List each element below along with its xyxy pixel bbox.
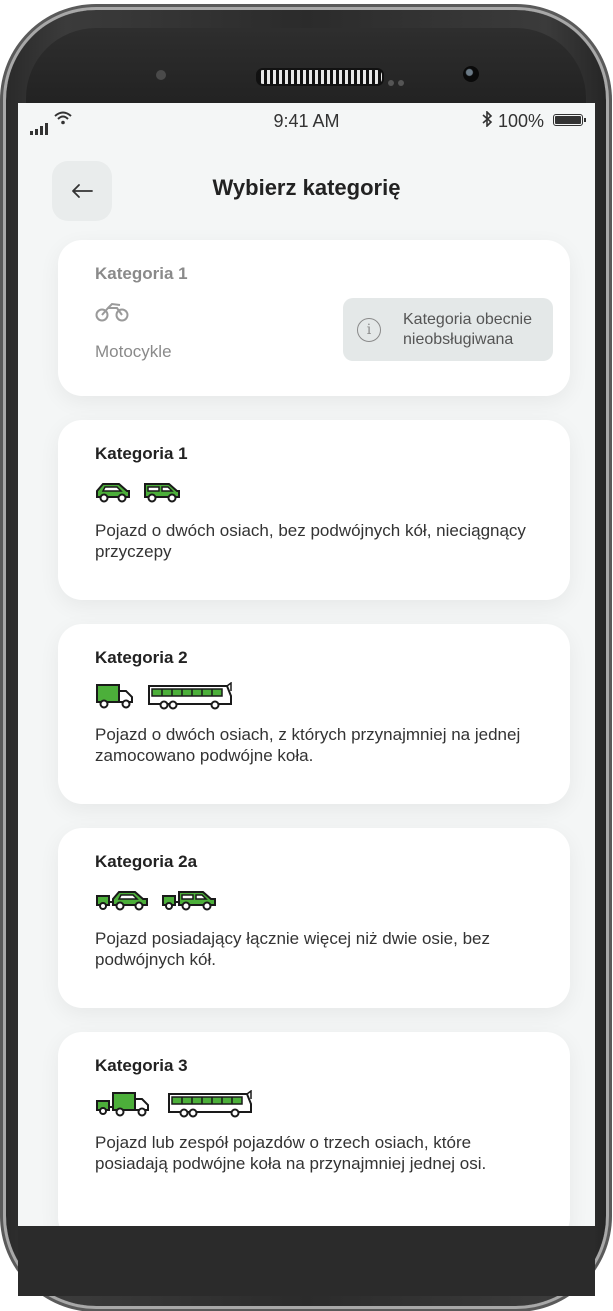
front-camera [463, 66, 479, 82]
bluetooth-icon [482, 110, 493, 132]
category-title: Kategoria 1 [95, 444, 188, 463]
app-screen: 9:41 AM 100% Wybierz kategorię Kategoria… [18, 103, 595, 1226]
van-with-trailer-icon [162, 891, 216, 911]
category-description: Pojazd lub zespół pojazdów o trzech osia… [95, 1133, 487, 1173]
bus-icon [168, 1090, 252, 1118]
category-icons [95, 886, 533, 914]
category-title: Kategoria 2 [95, 648, 188, 667]
truck-icon [96, 684, 133, 709]
category-icons [95, 478, 533, 506]
sensor-dot [156, 70, 166, 80]
category-title: Kategoria 1 [95, 264, 188, 283]
category-title: Kategoria 2a [95, 852, 198, 871]
tooltip-line-1: Kategoria obecnie [403, 310, 532, 328]
battery-icon [553, 114, 586, 126]
motorcycle-icon [95, 302, 129, 322]
phone-bottom-bezel [18, 1226, 595, 1296]
category-title: Kategoria 3 [95, 1056, 188, 1075]
category-description: Pojazd o dwóch osiach, z których przynaj… [95, 725, 521, 765]
tooltip-line-2: nieobsługiwana [403, 330, 514, 348]
info-icon: i [357, 317, 381, 342]
category-card-2a[interactable]: Kategoria 2a Pojazd posiadający łącznie … [58, 828, 570, 1008]
tooltip-text: Kategoria obecnie nieobsługiwana [403, 310, 532, 350]
phone-speaker [256, 68, 384, 86]
status-bar: 9:41 AM 100% [18, 103, 595, 139]
unsupported-tooltip: i Kategoria obecnie nieobsługiwana [343, 298, 553, 361]
category-card-1[interactable]: Kategoria 1 Pojazd o dwóch osiach, bez p… [58, 420, 570, 600]
category-card-3[interactable]: Kategoria 3 Pojazd lub zespół pojazdów o… [58, 1032, 570, 1226]
car-icon [96, 483, 130, 503]
car-with-trailer-icon [96, 891, 148, 911]
truck-with-trailer-icon [96, 1092, 149, 1117]
speaker-dots [388, 73, 408, 91]
category-icons [95, 682, 533, 710]
battery-percentage: 100% [498, 111, 545, 131]
category-description: Pojazd o dwóch osiach, bez podwójnych kó… [95, 521, 526, 561]
page-title: Wybierz kategorię [212, 175, 401, 200]
category-description: Pojazd posiadający łącznie więcej niż dw… [95, 929, 490, 969]
category-icons [95, 1090, 533, 1118]
bus-icon [148, 682, 232, 710]
category-card-2[interactable]: Kategoria 2 Pojazd o dwóch osiach, z któ… [58, 624, 570, 804]
van-icon [144, 483, 180, 503]
